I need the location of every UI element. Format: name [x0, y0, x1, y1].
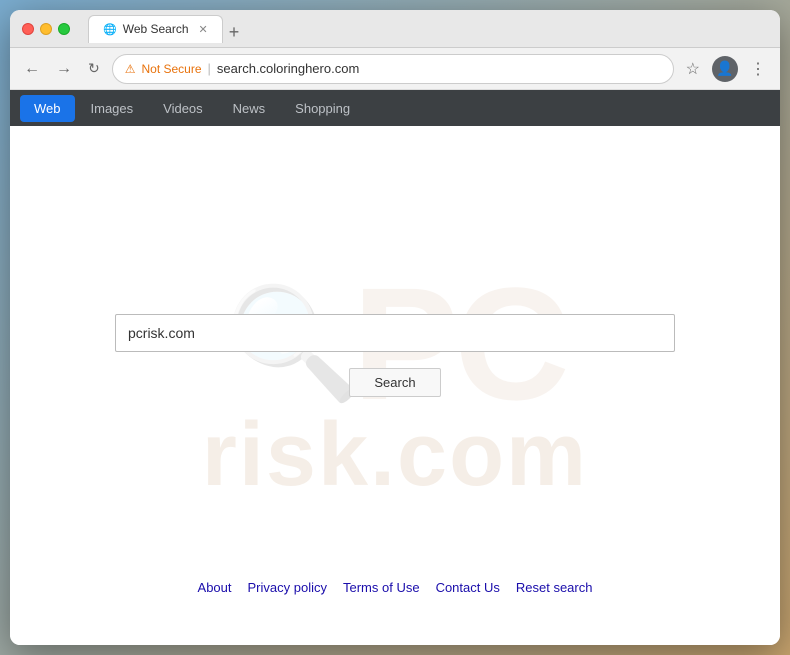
url-bar[interactable]: ⚠ Not Secure | search.coloringhero.com — [112, 54, 674, 84]
tab-shopping[interactable]: Shopping — [281, 95, 364, 122]
active-tab[interactable]: 🌐 Web Search ✕ — [88, 15, 223, 43]
footer-links: About Privacy policy Terms of Use Contac… — [198, 580, 593, 595]
new-tab-button[interactable]: + — [229, 23, 240, 41]
main-content: 🔍 PC risk.com Search About Privacy polic… — [10, 126, 780, 645]
tab-web[interactable]: Web — [20, 95, 75, 122]
close-traffic-light[interactable] — [22, 23, 34, 35]
maximize-traffic-light[interactable] — [58, 23, 70, 35]
watermark-bottom-text: risk.com — [202, 404, 588, 507]
footer-about[interactable]: About — [198, 580, 232, 595]
tab-close-button[interactable]: ✕ — [199, 23, 208, 36]
tab-area: 🌐 Web Search ✕ + — [88, 15, 768, 43]
footer-contact[interactable]: Contact Us — [436, 580, 500, 595]
traffic-lights — [22, 23, 70, 35]
toolbar-right: ☆ 👤 ⋮ — [682, 52, 770, 86]
url-separator: | — [208, 61, 211, 76]
refresh-button[interactable]: ↻ — [84, 56, 104, 81]
forward-button[interactable]: → — [52, 56, 76, 82]
footer-reset[interactable]: Reset search — [516, 580, 593, 595]
not-secure-label: Not Secure — [142, 62, 202, 76]
tab-favicon: 🌐 — [103, 23, 117, 36]
profile-avatar: 👤 — [712, 56, 738, 82]
search-button[interactable]: Search — [349, 368, 440, 397]
footer-terms[interactable]: Terms of Use — [343, 580, 420, 595]
back-button[interactable]: ← — [20, 56, 44, 82]
navigation-tabs: Web Images Videos News Shopping — [10, 90, 780, 126]
tab-videos[interactable]: Videos — [149, 95, 217, 122]
footer-privacy[interactable]: Privacy policy — [248, 580, 327, 595]
bookmark-button[interactable]: ☆ — [682, 55, 704, 83]
menu-button[interactable]: ⋮ — [746, 55, 770, 83]
title-bar: 🌐 Web Search ✕ + — [10, 10, 780, 48]
tab-title: Web Search — [123, 22, 189, 36]
search-input[interactable] — [115, 314, 675, 352]
tab-news[interactable]: News — [219, 95, 280, 122]
search-form: Search — [115, 314, 675, 397]
url-text: search.coloringhero.com — [217, 61, 359, 76]
tab-images[interactable]: Images — [77, 95, 148, 122]
not-secure-icon: ⚠ — [125, 62, 136, 76]
minimize-traffic-light[interactable] — [40, 23, 52, 35]
profile-button[interactable]: 👤 — [708, 52, 742, 86]
browser-window: 🌐 Web Search ✕ + ← → ↻ ⚠ Not Secure | se… — [10, 10, 780, 645]
address-bar: ← → ↻ ⚠ Not Secure | search.coloringhero… — [10, 48, 780, 90]
